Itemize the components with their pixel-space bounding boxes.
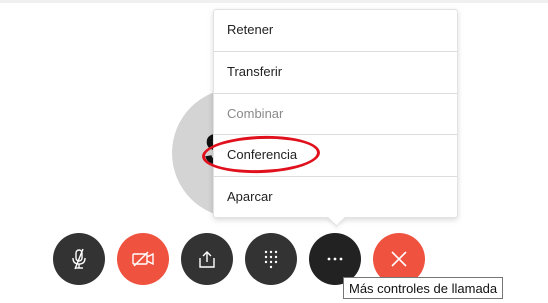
- mute-button[interactable]: [53, 233, 105, 285]
- more-controls-menu: Retener Transferir Combinar Conferencia …: [213, 9, 458, 218]
- video-off-icon: [131, 250, 155, 268]
- menu-item-park[interactable]: Aparcar: [214, 176, 457, 217]
- microphone-muted-icon: [69, 248, 89, 270]
- close-icon: [390, 250, 408, 268]
- share-button[interactable]: [181, 233, 233, 285]
- video-button[interactable]: [117, 233, 169, 285]
- menu-item-hold[interactable]: Retener: [214, 10, 457, 51]
- keypad-icon: [263, 249, 279, 269]
- more-options-icon: [325, 256, 345, 262]
- more-controls-tooltip: Más controles de llamada: [343, 277, 504, 299]
- menu-item-transfer[interactable]: Transferir: [214, 51, 457, 92]
- menu-item-merge: Combinar: [214, 93, 457, 134]
- keypad-button[interactable]: [245, 233, 297, 285]
- share-screen-icon: [197, 249, 217, 269]
- top-border: [0, 0, 548, 3]
